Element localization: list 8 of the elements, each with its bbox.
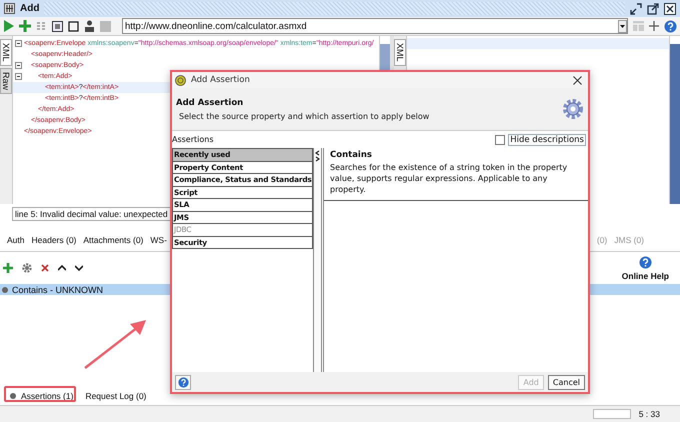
dialog-subtitle: Select the source property and which assertion to apply below xyxy=(178,112,430,120)
cursor-position: 5 : 33 xyxy=(638,409,660,419)
dialog-title: Add Assertion xyxy=(191,75,250,85)
assertion-name: Contains xyxy=(329,149,373,161)
dialog-heading: Add Assertion xyxy=(176,98,244,108)
window-title: Add xyxy=(20,3,40,14)
assertion-description: Searches for the existence of a string token in the property value, supports regular expressions. Applicable to any property. xyxy=(324,161,588,201)
list-label: Assertions xyxy=(172,135,214,144)
